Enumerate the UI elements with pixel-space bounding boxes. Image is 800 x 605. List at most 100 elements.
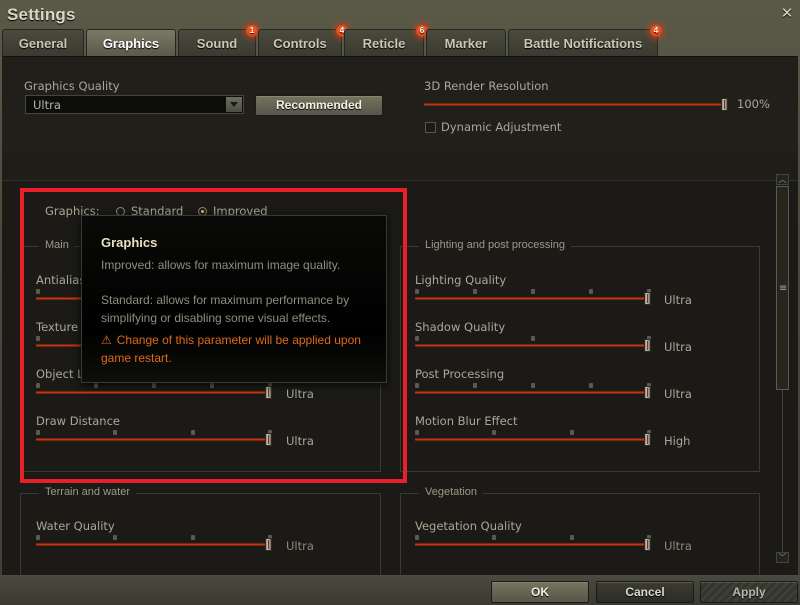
setting-slider[interactable] <box>415 336 651 352</box>
tooltip-standard-text: Standard: allows for maximum performance… <box>101 293 350 307</box>
notification-badge: 4 <box>650 25 662 37</box>
slider-thumb[interactable] <box>644 433 651 446</box>
apply-button[interactable]: Apply <box>700 581 798 603</box>
slider-notch <box>531 383 535 388</box>
scrollbar-thumb[interactable]: ≡ <box>776 186 789 390</box>
window-title: Settings <box>7 5 76 24</box>
tab-bar: General Graphics Sound 1 Controls 4 Reti… <box>0 25 800 56</box>
setting-value: Ultra <box>286 434 314 448</box>
graphics-quality-dropdown[interactable]: Ultra <box>25 95 244 114</box>
render-resolution-slider[interactable] <box>424 95 728 111</box>
slider-notch <box>415 535 419 540</box>
settings-window: Settings ✕ General Graphics Sound 1 Cont… <box>0 0 800 605</box>
group-title: Terrain and water <box>39 486 136 498</box>
graphics-quality-area: Graphics Quality Ultra Recommended 3D Re… <box>2 57 798 152</box>
tooltip-warning: ⚠ Change of this parameter will be applie… <box>101 331 381 367</box>
close-icon: ✕ <box>780 4 794 22</box>
ok-button[interactable]: OK <box>491 581 589 603</box>
slider-track <box>415 391 651 394</box>
tab-label: Graphics <box>102 36 160 51</box>
slider-notch <box>415 430 419 435</box>
scrollbar[interactable]: ︿ ≡ ﹀ <box>776 174 790 566</box>
group-title: Vegetation <box>419 486 483 498</box>
slider-notch <box>492 535 497 540</box>
slider-track <box>36 391 272 394</box>
slider-notch <box>113 535 118 540</box>
chevron-up-icon: ︿ <box>778 175 787 184</box>
tooltip-improved-text: Improved: allows for maximum image quali… <box>101 258 341 272</box>
slider-track <box>415 438 651 441</box>
tab-sound[interactable]: Sound 1 <box>178 25 258 56</box>
slider-notch <box>415 336 419 341</box>
setting-value: Ultra <box>664 340 692 354</box>
tab-label: General <box>18 36 68 51</box>
tab-label: Battle Notifications <box>523 36 643 51</box>
tab-label: Controls <box>273 36 327 51</box>
setting-slider[interactable] <box>415 430 651 446</box>
setting-slider[interactable] <box>36 535 272 551</box>
setting-label: Shadow Quality <box>415 320 506 334</box>
tab-graphics[interactable]: Graphics <box>86 29 176 56</box>
tab-marker[interactable]: Marker <box>426 29 506 56</box>
slider-thumb[interactable] <box>265 386 272 399</box>
cancel-button[interactable]: Cancel <box>596 581 694 603</box>
recommended-button[interactable]: Recommended <box>255 95 383 116</box>
scroll-down-button[interactable]: ﹀ <box>776 552 789 563</box>
slider-thumb[interactable] <box>644 538 651 551</box>
notification-badge: 1 <box>246 25 258 37</box>
tooltip-warning-text: Change of this parameter will be applied… <box>101 333 361 365</box>
dropdown-value: Ultra <box>33 98 61 112</box>
slider-notch <box>36 289 40 294</box>
slider-thumb[interactable] <box>644 386 651 399</box>
setting-slider[interactable] <box>36 383 272 399</box>
slider-notch <box>473 289 477 294</box>
tab-label: Sound <box>196 36 238 51</box>
dynamic-adjustment-checkbox[interactable] <box>425 122 436 133</box>
warning-triangle-icon: ⚠ <box>101 333 112 347</box>
group-title: Lighting and post processing <box>419 239 572 251</box>
setting-slider[interactable] <box>415 535 651 551</box>
tab-reticle[interactable]: Reticle 6 <box>344 25 428 56</box>
setting-value: Ultra <box>664 293 692 307</box>
setting-label: Water Quality <box>36 519 115 533</box>
slider-thumb[interactable] <box>644 292 651 305</box>
slider-notch <box>569 430 574 435</box>
setting-slider[interactable] <box>415 289 651 305</box>
tab-controls[interactable]: Controls 4 <box>258 25 348 56</box>
slider-notch <box>36 430 40 435</box>
graphics-tooltip: Graphics Improved: allows for maximum im… <box>81 215 387 383</box>
slider-notch <box>152 383 156 388</box>
chevron-down-icon: ﹀ <box>778 553 787 562</box>
footer-bar: OK Cancel Apply <box>0 575 800 605</box>
setting-label: Draw Distance <box>36 414 120 428</box>
tooltip-standard-text-2: simplifying or disabling some visual eff… <box>101 311 331 325</box>
slider-thumb[interactable] <box>265 538 272 551</box>
setting-label: Lighting Quality <box>415 273 507 287</box>
setting-value: High <box>664 434 691 448</box>
slider-thumb[interactable] <box>721 98 728 111</box>
close-button[interactable]: ✕ <box>780 4 794 22</box>
slider-notch <box>589 383 593 388</box>
setting-value: Ultra <box>286 539 314 553</box>
slider-track <box>415 344 651 347</box>
scroll-up-button[interactable]: ︿ <box>776 174 789 185</box>
slider-notch <box>36 535 40 540</box>
setting-label: Vegetation Quality <box>415 519 522 533</box>
setting-label: Motion Blur Effect <box>415 414 518 428</box>
tab-battle-notifications[interactable]: Battle Notifications 4 <box>508 25 662 56</box>
setting-slider[interactable] <box>36 430 272 446</box>
render-resolution-label: 3D Render Resolution <box>424 79 549 93</box>
slider-notch <box>36 383 40 388</box>
slider-notch <box>36 336 40 341</box>
setting-value: Ultra <box>664 387 692 401</box>
graphics-quality-label: Graphics Quality <box>24 79 120 93</box>
slider-thumb[interactable] <box>644 339 651 352</box>
slider-notch <box>210 383 214 388</box>
slider-notch <box>492 430 497 435</box>
slider-notch <box>531 336 535 341</box>
setting-slider[interactable] <box>415 383 651 399</box>
slider-notch <box>415 383 419 388</box>
slider-notch <box>589 289 593 294</box>
tab-general[interactable]: General <box>2 29 84 56</box>
slider-thumb[interactable] <box>265 433 272 446</box>
